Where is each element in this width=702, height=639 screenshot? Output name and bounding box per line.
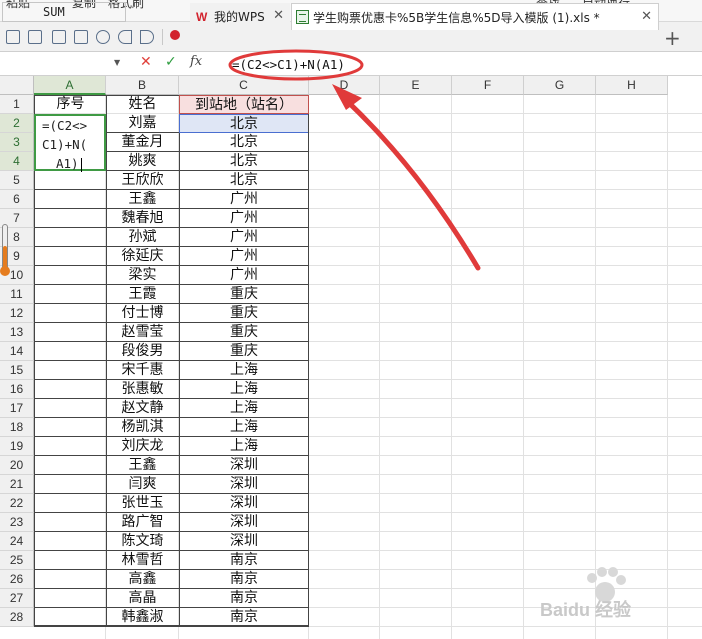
gridline	[523, 95, 524, 639]
select-all-corner[interactable]	[0, 76, 34, 95]
row-header-2[interactable]: 2	[0, 114, 34, 133]
annotation-arrow-shaft	[343, 97, 481, 271]
open-folder-icon[interactable]	[6, 30, 20, 44]
formula-bar	[0, 52, 702, 76]
row-header-15[interactable]: 15	[0, 361, 34, 380]
header-station[interactable]: 到站地（站名）	[179, 95, 309, 114]
row-header-24[interactable]: 24	[0, 532, 34, 551]
column-header-h[interactable]: H	[596, 76, 668, 95]
formula-input[interactable]: =(C2<>C1)+N(A1)	[232, 57, 345, 72]
row-header-4[interactable]: 4	[0, 152, 34, 171]
tab-spreadsheet[interactable]: 学生购票优惠卡%5B学生信息%5D导入模版 (1).xls * ✕	[291, 3, 659, 30]
column-header-b[interactable]: B	[106, 76, 179, 95]
row-header-27[interactable]: 27	[0, 589, 34, 608]
column-header-f[interactable]: F	[452, 76, 524, 95]
chevron-down-icon[interactable]: ▼	[114, 58, 120, 67]
row-header-26[interactable]: 26	[0, 570, 34, 589]
save-icon[interactable]	[28, 30, 42, 44]
table-outline	[34, 95, 309, 626]
row-header-16[interactable]: 16	[0, 380, 34, 399]
row-header-3[interactable]: 3	[0, 133, 34, 152]
print-icon[interactable]	[52, 30, 66, 44]
row-header-18[interactable]: 18	[0, 418, 34, 437]
row-header-22[interactable]: 22	[0, 494, 34, 513]
column-header-g[interactable]: G	[524, 76, 596, 95]
column-header-c[interactable]: C	[179, 76, 309, 95]
tab-label: 学生购票优惠卡%5B学生信息%5D导入模版 (1).xls *	[313, 10, 600, 25]
tab-label: 我的WPS	[214, 10, 265, 24]
row-header-5[interactable]: 5	[0, 171, 34, 190]
print-preview-icon[interactable]	[74, 30, 88, 44]
column-header-e[interactable]: E	[380, 76, 452, 95]
editor-line: A1)	[42, 154, 104, 173]
tab-my-wps[interactable]: W 我的WPS ✕	[190, 3, 290, 30]
row-header-21[interactable]: 21	[0, 475, 34, 494]
pin-icon[interactable]	[170, 30, 180, 40]
undo-icon[interactable]	[118, 30, 132, 44]
gridline	[379, 95, 380, 639]
redo-icon[interactable]	[140, 30, 154, 44]
fx-label[interactable]: fx	[190, 54, 202, 69]
editor-line: C1)+N(	[42, 137, 88, 152]
baidu-watermark: Baidu 经验	[540, 567, 670, 622]
row-header-14[interactable]: 14	[0, 342, 34, 361]
row-header-6[interactable]: 6	[0, 190, 34, 209]
gridline	[595, 95, 596, 639]
name-box[interactable]: SUM	[2, 2, 126, 22]
row-header-23[interactable]: 23	[0, 513, 34, 532]
active-cell-editor[interactable]: =(C2<> C1)+N( A1)	[34, 114, 106, 173]
confirm-check-icon[interactable]: ✓	[165, 54, 177, 70]
row-header-13[interactable]: 13	[0, 323, 34, 342]
row-header-19[interactable]: 19	[0, 437, 34, 456]
wps-logo-icon: W	[196, 9, 208, 24]
row-header-12[interactable]: 12	[0, 304, 34, 323]
editor-line: =(C2<>	[42, 118, 88, 133]
header-name[interactable]: 姓名	[106, 95, 179, 114]
close-icon[interactable]: ✕	[273, 8, 284, 23]
row-header-20[interactable]: 20	[0, 456, 34, 475]
row-header-28[interactable]: 28	[0, 608, 34, 627]
new-tab-plus-icon[interactable]: +	[664, 26, 681, 50]
close-icon[interactable]: ✕	[641, 9, 652, 24]
row-header-25[interactable]: 25	[0, 551, 34, 570]
spreadsheet-file-icon	[296, 10, 309, 24]
header-seq[interactable]: 序号	[35, 95, 106, 114]
cancel-icon[interactable]: ✕	[140, 54, 152, 70]
row-header-11[interactable]: 11	[0, 285, 34, 304]
column-header-d[interactable]: D	[309, 76, 380, 95]
redo-history-icon[interactable]	[96, 30, 110, 44]
row-header-1[interactable]: 1	[0, 95, 34, 114]
column-header-a[interactable]: A	[34, 76, 106, 95]
gridline	[451, 95, 452, 639]
toolbar-divider	[162, 29, 163, 45]
row-header-17[interactable]: 17	[0, 399, 34, 418]
gridline	[667, 95, 668, 639]
zoom-slider-handle[interactable]	[0, 266, 10, 276]
zoom-slider-fill	[3, 246, 7, 268]
